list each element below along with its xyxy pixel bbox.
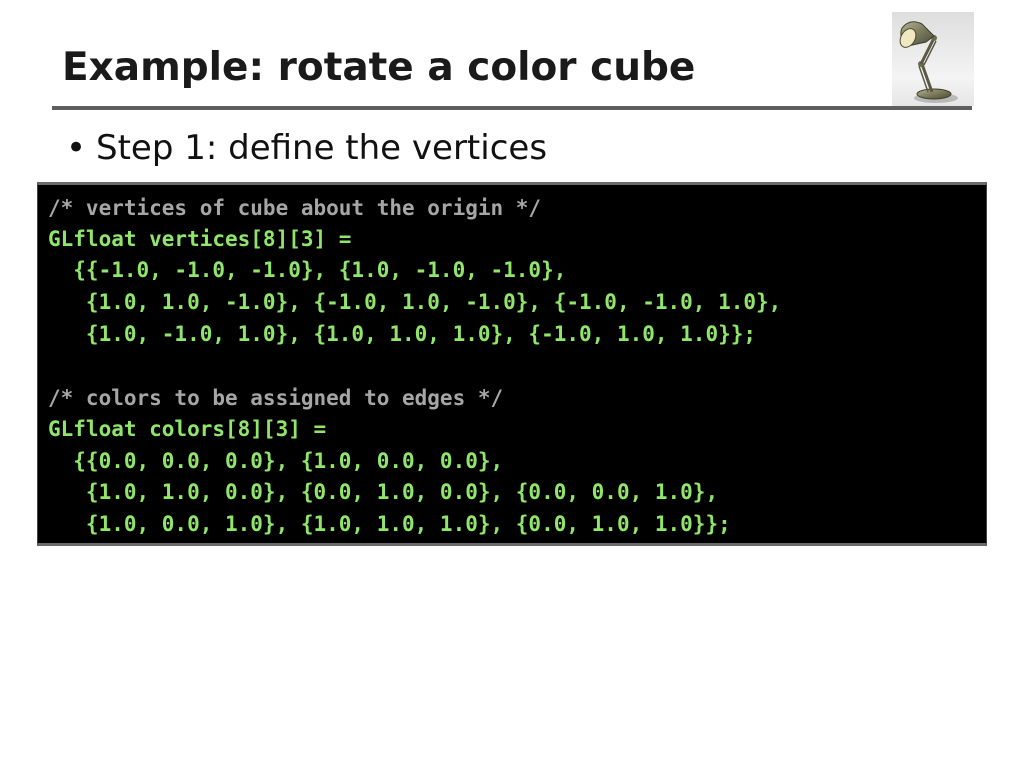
code-line: {1.0, -1.0, 1.0}, {1.0, 1.0, 1.0}, {-1.0… <box>48 322 757 346</box>
bullet-marker: • <box>66 128 87 168</box>
code-line: {1.0, 1.0, -1.0}, {-1.0, 1.0, -1.0}, {-1… <box>48 290 782 314</box>
bullet-item: • Step 1: define the vertices <box>66 126 547 170</box>
code-line: {1.0, 0.0, 1.0}, {1.0, 1.0, 1.0}, {0.0, … <box>48 512 731 536</box>
code-block: /* vertices of cube about the origin */ … <box>37 182 987 546</box>
code-line: {{-1.0, -1.0, -1.0}, {1.0, -1.0, -1.0}, <box>48 258 567 282</box>
code-line: GLfloat vertices[8][3] = <box>48 227 352 251</box>
desk-lamp-icon <box>892 12 974 106</box>
slide-title: Example: rotate a color cube <box>62 45 696 90</box>
code-line: GLfloat colors[8][3] = <box>48 417 327 441</box>
code-line: {1.0, 1.0, 0.0}, {0.0, 1.0, 0.0}, {0.0, … <box>48 480 719 504</box>
code-comment-line: /* colors to be assigned to edges */ <box>48 386 504 410</box>
code-line: {{0.0, 0.0, 0.0}, {1.0, 0.0, 0.0}, <box>48 449 504 473</box>
bullet-text: Step 1: define the vertices <box>96 128 548 168</box>
code-comment-line: /* vertices of cube about the origin */ <box>48 196 542 220</box>
title-divider <box>52 106 972 110</box>
